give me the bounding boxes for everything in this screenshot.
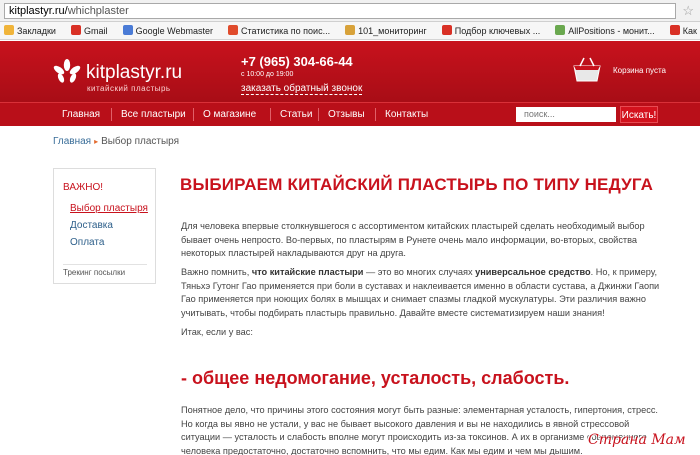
allpositions-icon <box>555 25 566 35</box>
browser-toolbar: kitplastyr.ru/whichplaster ☆ <box>0 0 700 22</box>
nav-divider <box>111 108 112 121</box>
site-header: kitplastyr.ru китайский пластырь +7 (965… <box>0 41 700 102</box>
bookmark-item[interactable]: AllPositions - монит... <box>555 22 655 39</box>
search-button[interactable]: Искать! <box>620 106 658 123</box>
working-hours: с 10:00 до 19:00 <box>241 71 294 78</box>
breadcrumb-home[interactable]: Главная <box>53 136 91 147</box>
nav-item-reviews[interactable]: Отзывы <box>328 103 365 126</box>
cart-status[interactable]: Корзина пуста <box>613 66 666 75</box>
sidebar-item-choose-plaster[interactable]: Выбор пластыря <box>70 203 148 214</box>
bookmark-star-icon[interactable]: ☆ <box>682 3 694 19</box>
webmaster-icon <box>122 25 133 35</box>
bookmark-item[interactable]: Google Webmaster <box>122 22 213 39</box>
watermark-logo: Страна Мам <box>588 432 686 448</box>
main-nav: Главная Все пластыри О магазине Статьи О… <box>0 102 700 126</box>
bookmark-icon <box>669 25 680 35</box>
logo-tagline: китайский пластырь <box>87 84 171 93</box>
keywords-icon <box>441 25 452 35</box>
nav-divider <box>375 108 376 121</box>
bookmarks-bar: Закладки Gmail Google Webmaster Статисти… <box>0 22 700 40</box>
lead-in-paragraph: Итак, если у вас: <box>181 327 253 337</box>
folder-icon <box>4 25 14 35</box>
nav-item-all-plasters[interactable]: Все пластыри <box>121 103 186 126</box>
stats-icon <box>228 25 239 35</box>
url-domain: kitplastyr.ru/ <box>9 5 68 17</box>
nav-divider <box>318 108 319 121</box>
folder-icon <box>345 25 356 35</box>
bookmark-item[interactable]: Закладки <box>4 22 56 39</box>
bookmark-item[interactable]: Статистика по поис... <box>228 22 330 39</box>
nav-item-home[interactable]: Главная <box>62 103 100 126</box>
sidebar-item-payment[interactable]: Оплата <box>70 237 104 248</box>
section-heading: - общее недомогание, усталость, слабость… <box>181 368 570 388</box>
nav-divider <box>193 108 194 121</box>
logo-name: kitplastyr.ru <box>86 62 183 83</box>
breadcrumb: Главная ▸ Выбор пластыря <box>53 136 179 147</box>
breadcrumb-arrow-icon: ▸ <box>94 137 99 146</box>
nav-divider <box>270 108 271 121</box>
sidebar-item-delivery[interactable]: Доставка <box>70 220 113 231</box>
breadcrumb-current: Выбор пластыря <box>101 136 180 147</box>
nav-item-articles[interactable]: Статьи <box>280 103 312 126</box>
bookmark-item[interactable]: Подбор ключевых ... <box>441 22 540 39</box>
phone-number: +7 (965) 304-66-44 <box>241 54 353 69</box>
intro-paragraph: Для человека впервые столкнувшегося с ас… <box>181 221 645 258</box>
cart-icon[interactable] <box>570 56 604 84</box>
flower-logo-icon <box>53 59 81 83</box>
address-bar[interactable]: kitplastyr.ru/whichplaster <box>4 3 676 19</box>
nav-item-contacts[interactable]: Контакты <box>385 103 428 126</box>
bookmark-item[interactable]: Gmail <box>71 22 108 39</box>
nav-item-about[interactable]: О магазине <box>203 103 256 126</box>
bookmark-item[interactable]: Как получить нача... <box>669 22 700 39</box>
callback-link[interactable]: заказать обратный звонок <box>241 83 363 95</box>
bookmark-item[interactable]: 101_мониторинг <box>345 22 427 39</box>
url-path: whichplaster <box>67 5 129 17</box>
search-input[interactable] <box>516 107 616 122</box>
sidebar-item-tracking[interactable]: Трекинг посылки <box>63 264 147 277</box>
page-title: ВЫБИРАЕМ КИТАЙСКИЙ ПЛАСТЫРЬ ПО ТИПУ НЕДУ… <box>180 175 654 194</box>
gmail-icon <box>71 25 82 35</box>
sidebar-heading: ВАЖНО! <box>63 182 104 193</box>
info-paragraph: Важно помнить, что китайские пластыри — … <box>181 267 660 318</box>
sidebar: ВАЖНО! Выбор пластыря Доставка Оплата Тр… <box>53 168 156 284</box>
